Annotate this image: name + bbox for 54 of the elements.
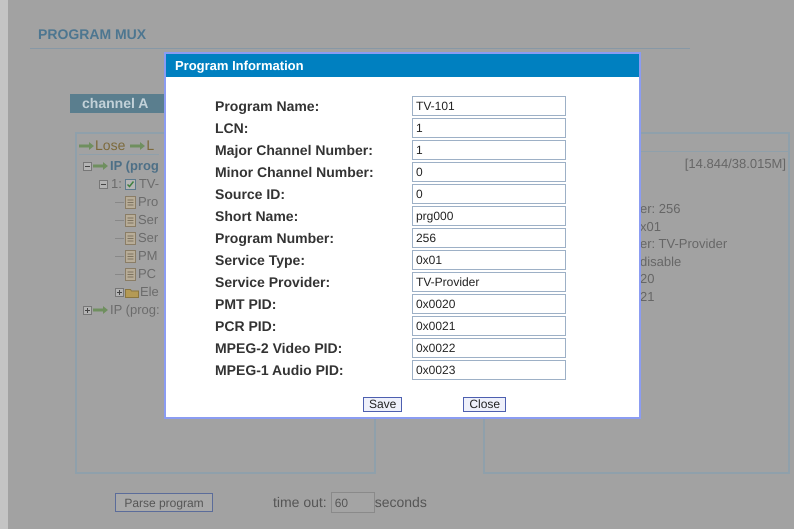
input-field[interactable]: prg000 <box>412 206 566 226</box>
field-label: MPEG-2 Video PID: <box>215 338 344 358</box>
info-line: 20 <box>640 270 656 288</box>
field-label: LCN: <box>215 118 250 138</box>
field-label: PMT PID: <box>215 294 278 314</box>
document-icon <box>125 250 136 262</box>
input-field[interactable]: 0x0021 <box>412 316 566 336</box>
document-icon <box>125 232 136 244</box>
field-label: Service Type: <box>215 250 306 270</box>
document-icon <box>125 214 136 226</box>
field-label: Program Name: <box>215 96 320 116</box>
rate-text: [14.844/38.015M] <box>684 155 787 170</box>
input-field[interactable]: 0x0020 <box>412 294 566 314</box>
input-field[interactable]: 256 <box>412 228 566 248</box>
field-label: Short Name: <box>215 206 300 226</box>
arrow-icon <box>79 140 95 150</box>
expand-icon[interactable] <box>115 288 124 296</box>
document-icon <box>125 268 136 280</box>
collapse-icon[interactable] <box>99 180 108 188</box>
save-button[interactable]: Save <box>363 397 402 412</box>
field-label: MPEG-1 Audio PID: <box>215 360 345 380</box>
info-line: 21 <box>640 288 656 305</box>
input-field[interactable]: 0x0022 <box>412 338 566 358</box>
close-button[interactable]: Close <box>463 397 506 412</box>
seconds-label: seconds <box>374 493 427 512</box>
input-field[interactable]: 1 <box>412 140 566 160</box>
collapse-icon[interactable] <box>83 162 92 170</box>
checkbox[interactable] <box>124 178 136 190</box>
arrow-icon <box>93 305 109 315</box>
field-label: Program Number: <box>215 228 336 248</box>
info-line: disable <box>640 252 682 270</box>
info-line: x01 <box>640 218 662 235</box>
input-field[interactable]: 0 <box>412 184 566 204</box>
folder-icon <box>125 286 139 298</box>
input-field[interactable]: TV-Provider <box>412 272 566 292</box>
arrow-icon <box>93 161 109 171</box>
arrow-icon <box>130 140 146 150</box>
field-label: Major Channel Number: <box>215 140 374 160</box>
field-label: Minor Channel Number: <box>215 162 375 182</box>
page-title: PROGRAM MUX <box>37 25 148 42</box>
input-field[interactable]: 0x01 <box>412 250 566 270</box>
input-field[interactable]: 0 <box>412 162 566 182</box>
timeout-label: time out: <box>273 493 327 512</box>
input-field[interactable]: 1 <box>412 118 566 138</box>
input-field[interactable]: 0x0023 <box>412 360 566 380</box>
input-field[interactable]: TV-101 <box>412 96 566 116</box>
field-label: Service Provider: <box>215 272 332 292</box>
field-label: Source ID: <box>215 184 286 204</box>
document-icon <box>125 196 136 208</box>
info-line: er: TV-Provider <box>640 235 728 252</box>
info-line: er: 256 <box>640 200 682 218</box>
dialog-title: Program Information <box>166 54 639 77</box>
expand-icon[interactable] <box>83 306 92 314</box>
field-label: PCR PID: <box>215 316 278 336</box>
